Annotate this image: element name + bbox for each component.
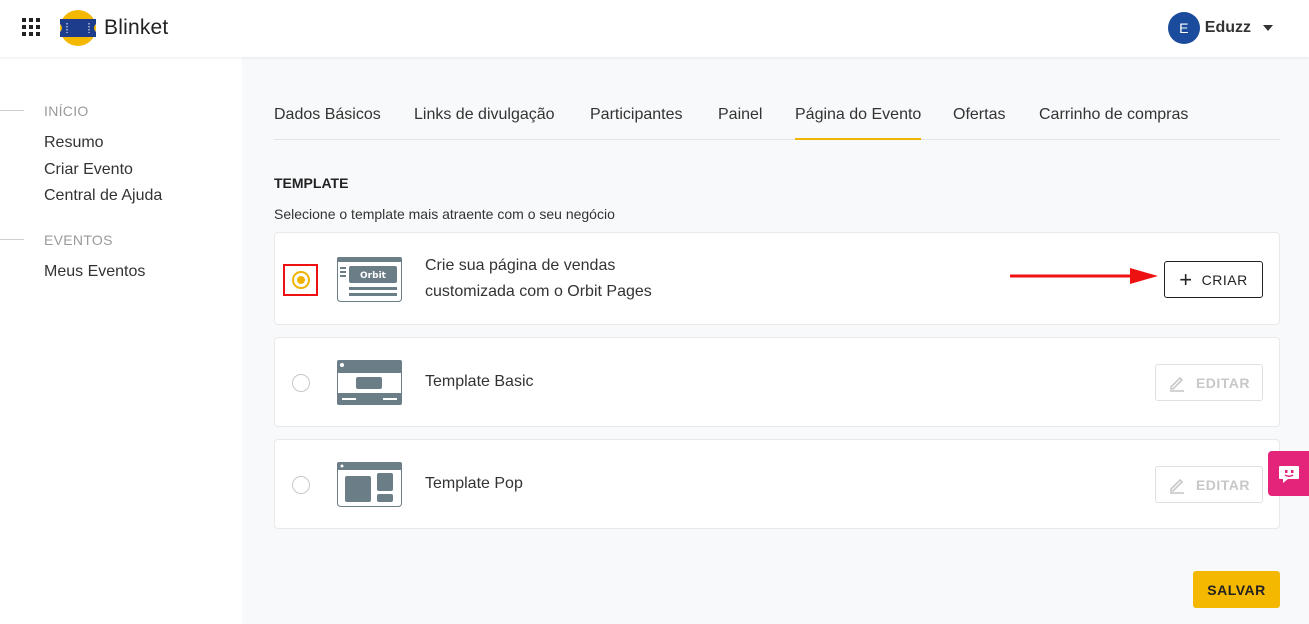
editar-button-pop: EDITAR [1155, 466, 1263, 503]
chevron-down-icon [1263, 25, 1273, 31]
tab-painel[interactable]: Painel [718, 106, 762, 140]
sidebar-section-eventos: EVENTOS [44, 232, 113, 248]
orbit-pages-thumbnail: Orbit [337, 257, 402, 302]
chat-icon [1277, 462, 1301, 486]
template-radio-orbit[interactable] [292, 271, 310, 289]
tab-ofertas[interactable]: Ofertas [953, 106, 1005, 140]
sidebar-divider [0, 239, 24, 240]
editar-button-label: EDITAR [1196, 375, 1250, 391]
template-radio-basic[interactable] [292, 374, 310, 392]
arrow-annotation [1010, 266, 1158, 286]
chat-button[interactable] [1268, 451, 1309, 496]
tab-participantes[interactable]: Participantes [590, 106, 683, 140]
tab-pagina-do-evento[interactable]: Página do Evento [795, 106, 921, 140]
template-option-pop[interactable]: Template Pop EDITAR [274, 439, 1280, 529]
sidebar-item-resumo[interactable]: Resumo [44, 134, 104, 152]
template-option-basic[interactable]: Template Basic EDITAR [274, 337, 1280, 427]
tab-links-de-divulgacao[interactable]: Links de divulgação [414, 106, 555, 140]
criar-button[interactable]: + CRIAR [1164, 261, 1263, 298]
template-basic-thumbnail [337, 360, 402, 405]
apps-grid-icon[interactable] [22, 18, 40, 36]
save-button[interactable]: SALVAR [1193, 571, 1280, 608]
sidebar-item-central-de-ajuda[interactable]: Central de Ajuda [44, 187, 162, 205]
sidebar-item-meus-eventos[interactable]: Meus Eventos [44, 263, 145, 281]
user-menu[interactable]: E Eduzz [1168, 11, 1273, 45]
criar-button-label: CRIAR [1202, 272, 1248, 288]
sidebar: INÍCIO Resumo Criar Evento Central de Aj… [0, 57, 242, 624]
template-pop-thumbnail [337, 462, 402, 507]
editar-button-basic: EDITAR [1155, 364, 1263, 401]
template-radio-pop[interactable] [292, 476, 310, 494]
orbit-thumb-text: Orbit [360, 271, 387, 281]
tab-dados-basicos[interactable]: Dados Básicos [274, 106, 381, 140]
sidebar-section-inicio: INÍCIO [44, 103, 89, 119]
template-label-line-2: customizada com o Orbit Pages [425, 279, 652, 305]
editar-button-label: EDITAR [1196, 477, 1250, 493]
template-label-pop: Template Pop [425, 471, 523, 497]
sidebar-divider [0, 110, 24, 111]
template-label-line-1: Crie sua página de vendas [425, 253, 652, 279]
avatar: E [1168, 12, 1200, 44]
sidebar-item-criar-evento[interactable]: Criar Evento [44, 161, 133, 179]
pencil-icon [1168, 476, 1186, 494]
user-name: Eduzz [1205, 19, 1251, 37]
brand-name: Blinket [104, 16, 168, 40]
top-bar: Blinket E Eduzz [0, 0, 1309, 57]
template-label-basic: Template Basic [425, 369, 534, 395]
pencil-icon [1168, 374, 1186, 392]
blinket-logo[interactable] [58, 8, 98, 48]
tab-carrinho-de-compras[interactable]: Carrinho de compras [1039, 106, 1188, 140]
section-description: Selecione o template mais atraente com o… [274, 206, 615, 222]
section-title: TEMPLATE [274, 175, 348, 191]
plus-icon: + [1179, 270, 1192, 290]
template-label-orbit: Crie sua página de vendas customizada co… [425, 253, 652, 305]
tab-bar: Dados Básicos Links de divulgação Partic… [274, 96, 1280, 140]
